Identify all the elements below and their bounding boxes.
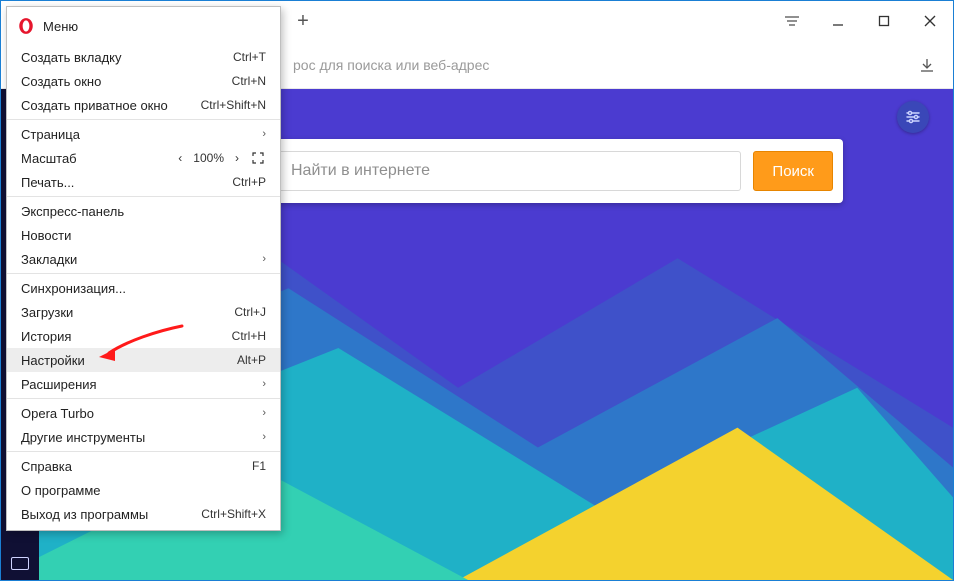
menu-item-label: Создать вкладку (21, 50, 233, 65)
menu-item[interactable]: Печать...Ctrl+P (7, 170, 280, 194)
zoom-level: 100% (193, 151, 224, 165)
fullscreen-button[interactable] (250, 152, 266, 164)
menu-separator (7, 273, 280, 274)
window-close-button[interactable] (907, 1, 953, 41)
address-input[interactable]: рос для поиска или веб-адрес (289, 50, 905, 80)
sidebar-bottom-icon[interactable] (11, 557, 29, 570)
menu-item[interactable]: Закладки › (7, 247, 280, 271)
menu-item[interactable]: Экспресс-панель (7, 199, 280, 223)
menu-item[interactable]: Расширения › (7, 372, 280, 396)
menu-separator (7, 119, 280, 120)
menu-item-label: История (21, 329, 232, 344)
menu-item-shortcut: F1 (252, 459, 266, 473)
menu-item[interactable]: О программе (7, 478, 280, 502)
menu-item[interactable]: Масштаб‹ 100% › (7, 146, 280, 170)
new-tab-button[interactable]: + (289, 10, 317, 33)
menu-item[interactable]: Другие инструменты › (7, 425, 280, 449)
menu-item-label: Opera Turbo (21, 406, 256, 421)
search-button-label: Поиск (772, 163, 814, 180)
chevron-right-icon: › (262, 431, 266, 443)
search-placeholder: Найти в интернете (291, 162, 430, 180)
menu-item-label: Экспресс-панель (21, 204, 266, 219)
menu-item-shortcut: Ctrl+T (233, 50, 266, 64)
search-input[interactable]: Найти в интернете (278, 151, 741, 191)
chevron-right-icon: › (262, 128, 266, 140)
menu-item-label: Закладки (21, 252, 256, 267)
menu-header-label: Меню (43, 19, 78, 34)
window-minimize-button[interactable] (815, 1, 861, 41)
menu-item-shortcut: Ctrl+N (232, 74, 266, 88)
menu-item-label: Синхронизация... (21, 281, 266, 296)
menu-item-shortcut: Ctrl+Shift+X (201, 507, 266, 521)
menu-item[interactable]: Создать приватное окноCtrl+Shift+N (7, 93, 280, 117)
menu-item[interactable]: ИсторияCtrl+H (7, 324, 280, 348)
menu-item-label: Новости (21, 228, 266, 243)
menu-item-label: Загрузки (21, 305, 234, 320)
menu-item[interactable]: НастройкиAlt+P (7, 348, 280, 372)
menu-item[interactable]: Новости (7, 223, 280, 247)
menu-item-label: Другие инструменты (21, 430, 256, 445)
menu-item-label: Страница (21, 127, 256, 142)
menu-item-label: Настройки (21, 353, 237, 368)
download-button[interactable] (913, 51, 941, 79)
address-placeholder: рос для поиска или веб-адрес (293, 57, 489, 73)
menu-item[interactable]: Синхронизация... (7, 276, 280, 300)
zoom-out-button[interactable]: ‹ (173, 151, 187, 165)
menu-item-shortcut: Ctrl+J (234, 305, 266, 319)
menu-item-shortcut: Ctrl+P (232, 175, 266, 189)
menu-item[interactable]: Создать окноCtrl+N (7, 69, 280, 93)
menu-item-label: Справка (21, 459, 252, 474)
menu-item-label: Печать... (21, 175, 232, 190)
menu-header[interactable]: Меню (7, 7, 280, 45)
zoom-in-button[interactable]: › (230, 151, 244, 165)
menu-item-shortcut: Ctrl+H (232, 329, 266, 343)
menu-item[interactable]: СправкаF1 (7, 454, 280, 478)
menu-item-label: О программе (21, 483, 266, 498)
browser-window: + рос для поиска или веб-адрес (0, 0, 954, 581)
menu-separator (7, 196, 280, 197)
menu-item[interactable]: Создать вкладкуCtrl+T (7, 45, 280, 69)
chevron-right-icon: › (262, 407, 266, 419)
menu-item[interactable]: ЗагрузкиCtrl+J (7, 300, 280, 324)
window-maximize-button[interactable] (861, 1, 907, 41)
menu-item-label: Выход из программы (21, 507, 201, 522)
menu-item-label: Масштаб (21, 151, 173, 166)
menu-separator (7, 451, 280, 452)
menu-item-label: Создать приватное окно (21, 98, 201, 113)
menu-separator (7, 398, 280, 399)
menu-item[interactable]: Opera Turbo › (7, 401, 280, 425)
menu-item-shortcut: Ctrl+Shift+N (201, 98, 266, 112)
chevron-right-icon: › (262, 253, 266, 265)
menu-item-label: Расширения (21, 377, 256, 392)
menu-item[interactable]: Выход из программыCtrl+Shift+X (7, 502, 280, 526)
menu-item-shortcut: Alt+P (237, 353, 266, 367)
search-card: Найти в интернете Поиск (264, 139, 843, 203)
opera-menu-panel: Меню Создать вкладкуCtrl+TСоздать окноCt… (6, 6, 281, 531)
easy-setup-icon[interactable] (769, 1, 815, 41)
menu-item[interactable]: Страница › (7, 122, 280, 146)
speed-dial-settings-button[interactable] (897, 101, 929, 133)
search-button[interactable]: Поиск (753, 151, 833, 191)
menu-item-label: Создать окно (21, 74, 232, 89)
zoom-controls: ‹ 100% › (173, 151, 266, 165)
chevron-right-icon: › (262, 378, 266, 390)
opera-logo-icon (17, 17, 35, 35)
